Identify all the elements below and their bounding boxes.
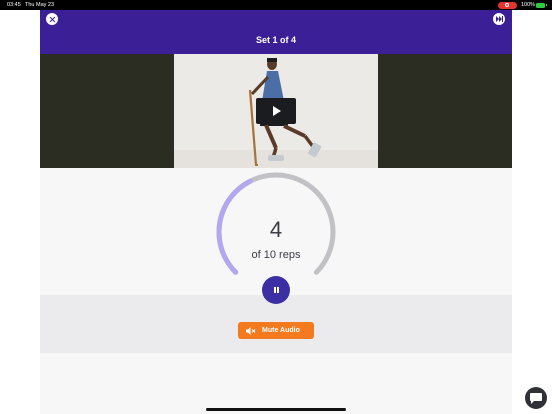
rep-total-label: of 10 reps <box>251 249 301 261</box>
skip-forward-icon <box>495 16 503 22</box>
battery-percentage: 100% <box>521 2 536 8</box>
skip-forward-button[interactable] <box>493 13 505 25</box>
chat-bubble-icon <box>530 393 542 404</box>
right-margin <box>512 10 552 414</box>
speaker-mute-icon <box>246 326 256 335</box>
video-player[interactable] <box>40 54 512 168</box>
lower-area <box>40 353 512 414</box>
status-bar: 03:45 Thu May 23 100% <box>0 0 552 10</box>
home-indicator[interactable] <box>206 408 346 411</box>
pause-button[interactable] <box>262 276 290 304</box>
rep-count: 4 <box>269 217 283 242</box>
mute-audio-button[interactable]: Mute Audio <box>238 322 314 339</box>
exercise-video-frame[interactable] <box>174 54 378 168</box>
status-date: Thu May 23 <box>25 2 55 8</box>
screen-recording-indicator[interactable] <box>498 1 517 9</box>
set-title: Set 1 of 4 <box>255 35 296 45</box>
play-button[interactable] <box>256 98 296 124</box>
left-margin <box>0 10 40 414</box>
status-time: 03:45 <box>7 2 21 8</box>
exercise-header: Set 1 of 4 <box>40 10 512 54</box>
chat-button[interactable] <box>525 387 547 409</box>
record-icon <box>505 3 509 7</box>
mute-audio-label: Mute Audio <box>262 326 300 334</box>
close-button[interactable] <box>46 13 58 25</box>
battery-icon <box>536 2 547 8</box>
